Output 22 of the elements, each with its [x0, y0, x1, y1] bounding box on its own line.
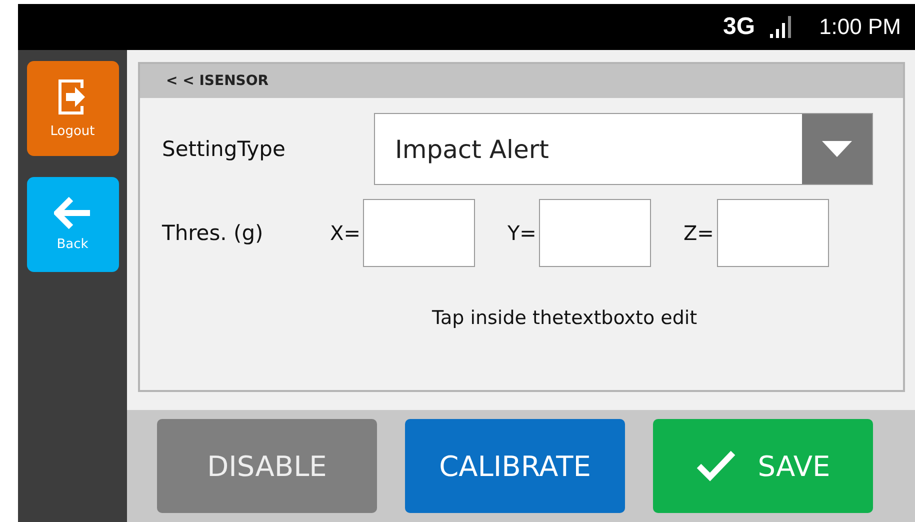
sidebar-button[interactable]: Logout: [26, 61, 118, 156]
sidebar-button[interactable]: Back: [26, 177, 118, 272]
dropdown-button[interactable]: [802, 114, 872, 184]
setting-type-label: SettingType: [162, 137, 286, 161]
input-field[interactable]: [716, 199, 829, 267]
action-button[interactable]: SAVE: [653, 419, 873, 513]
hint-text: Tap inside thetextboxto edit: [432, 307, 698, 329]
axis-label: Y=: [507, 221, 536, 245]
caret-icon: [822, 141, 852, 157]
action-button[interactable]: DISABLE: [157, 419, 377, 513]
input-field[interactable]: [539, 199, 652, 267]
arrow-left-icon: [54, 197, 92, 229]
axis-label: X=: [330, 221, 360, 245]
setting-type-dropdown[interactable]: Impact Alert: [374, 113, 873, 185]
network-label: 3G: [723, 13, 756, 41]
threshold-label: Thres. (g): [162, 221, 264, 245]
axis-label: Z=: [683, 221, 714, 245]
clock: 1:00 PM: [819, 14, 901, 40]
back-link[interactable]: < < ISENSOR: [166, 73, 269, 89]
input-field[interactable]: [363, 199, 476, 267]
check-icon: [696, 450, 736, 482]
action-button[interactable]: CALIBRATE: [405, 419, 625, 513]
